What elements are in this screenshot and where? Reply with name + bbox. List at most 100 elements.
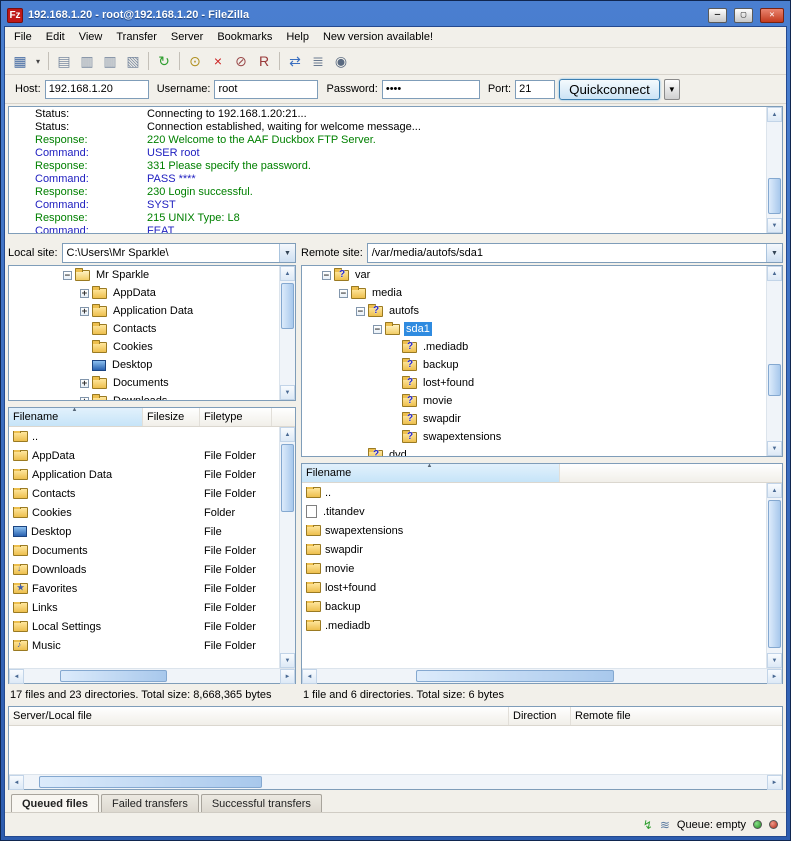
local-file-row-cookies[interactable]: CookiesFolder xyxy=(9,503,279,522)
menu-item-server[interactable]: Server xyxy=(164,28,210,46)
local-file-row-links[interactable]: LinksFile Folder xyxy=(9,598,279,617)
scroll-up-icon[interactable]: ▲ xyxy=(767,107,782,122)
local-site-combobox[interactable]: C:\Users\Mr Sparkle\ ▼ xyxy=(62,243,296,263)
queue-column-server-local-file[interactable]: Server/Local file xyxy=(9,707,509,725)
remote-tree-item-swapextensions[interactable]: +?swapextensions xyxy=(302,428,782,446)
local-list-hscrollbar[interactable]: ◄ ► xyxy=(9,668,295,683)
remote-file-row-lost-found[interactable]: lost+found xyxy=(302,578,766,597)
local-list-vscrollbar[interactable]: ▲ ▼ xyxy=(279,427,295,668)
local-file-row-application-data[interactable]: Application DataFile Folder xyxy=(9,465,279,484)
scroll-down-icon[interactable]: ▼ xyxy=(767,218,782,233)
remote-tree-item-autofs[interactable]: −?autofs xyxy=(302,302,782,320)
local-file-row-music[interactable]: ♪MusicFile Folder xyxy=(9,636,279,655)
scroll-thumb[interactable] xyxy=(39,776,262,788)
remote-tree-item-sda1[interactable]: −sda1 xyxy=(302,320,782,338)
collapse-icon[interactable]: − xyxy=(356,307,365,316)
local-tree-item-appdata[interactable]: +AppData xyxy=(9,284,295,302)
local-tree-item-contacts[interactable]: +Contacts xyxy=(9,320,295,338)
scroll-down-icon[interactable]: ▼ xyxy=(767,441,782,456)
password-input[interactable] xyxy=(382,80,480,99)
tab-failed-transfers[interactable]: Failed transfers xyxy=(101,794,199,812)
remote-file-row-mediadb[interactable]: .mediadb xyxy=(302,616,766,635)
local-file-row-appdata[interactable]: AppDataFile Folder xyxy=(9,446,279,465)
quickconnect-dropdown-icon[interactable]: ▼ xyxy=(664,79,680,100)
expand-icon[interactable]: + xyxy=(80,307,89,316)
scroll-thumb[interactable] xyxy=(768,500,781,649)
remote-tree-scrollbar[interactable]: ▲ ▼ xyxy=(766,266,782,456)
scroll-right-icon[interactable]: ► xyxy=(767,669,782,684)
tab-queued-files[interactable]: Queued files xyxy=(11,794,99,812)
toggle-queue-icon[interactable]: ▧ xyxy=(122,50,144,72)
remote-tree-item-backup[interactable]: +?backup xyxy=(302,356,782,374)
expand-icon[interactable]: + xyxy=(80,289,89,298)
local-tree-item-cookies[interactable]: +Cookies xyxy=(9,338,295,356)
site-manager-icon[interactable]: ▦ xyxy=(9,50,31,72)
remote-tree-item-dvd[interactable]: +?dvd xyxy=(302,446,782,457)
scroll-thumb[interactable] xyxy=(768,178,781,214)
refresh-icon[interactable]: ↻ xyxy=(153,50,175,72)
quickconnect-button[interactable]: Quickconnect xyxy=(559,79,660,100)
local-file-row-desktop[interactable]: DesktopFile xyxy=(9,522,279,541)
collapse-icon[interactable]: − xyxy=(339,289,348,298)
collapse-icon[interactable]: − xyxy=(373,325,382,334)
remote-list-vscrollbar[interactable]: ▲ ▼ xyxy=(766,483,782,668)
title-bar[interactable]: Fz 192.168.1.20 - root@192.168.1.20 - Fi… xyxy=(4,4,787,26)
scroll-left-icon[interactable]: ◄ xyxy=(9,669,24,684)
queue-hscrollbar[interactable]: ◄ ► xyxy=(9,774,782,789)
menu-item-edit[interactable]: Edit xyxy=(39,28,72,46)
column-header-filename[interactable]: Filename▲ xyxy=(302,464,560,482)
process-queue-icon[interactable]: ⊙ xyxy=(184,50,206,72)
local-tree-scrollbar[interactable]: ▲ ▼ xyxy=(279,266,295,400)
remote-tree-item-lost-found[interactable]: +?lost+found xyxy=(302,374,782,392)
toggle-remote-tree-icon[interactable]: ▥ xyxy=(99,50,121,72)
expand-icon[interactable]: + xyxy=(80,379,89,388)
scroll-down-icon[interactable]: ▼ xyxy=(767,653,782,668)
remote-file-row-swapextensions[interactable]: swapextensions xyxy=(302,521,766,540)
reconnect-icon[interactable]: R xyxy=(253,50,275,72)
cancel-icon[interactable]: × xyxy=(207,50,229,72)
remote-file-row-swapdir[interactable]: swapdir xyxy=(302,540,766,559)
close-button[interactable]: ✕ xyxy=(760,8,784,23)
toggle-message-log-icon[interactable]: ▤ xyxy=(53,50,75,72)
menu-item-file[interactable]: File xyxy=(7,28,39,46)
scroll-thumb[interactable] xyxy=(416,670,614,682)
local-file-row-contacts[interactable]: ContactsFile Folder xyxy=(9,484,279,503)
queue-column-direction[interactable]: Direction xyxy=(509,707,571,725)
port-input[interactable] xyxy=(515,80,555,99)
local-file-row-local-settings[interactable]: Local SettingsFile Folder xyxy=(9,617,279,636)
log-scrollbar[interactable]: ▲ ▼ xyxy=(766,107,782,233)
site-manager-dropdown-icon[interactable]: ▾ xyxy=(32,50,44,72)
scroll-thumb[interactable] xyxy=(281,444,294,512)
scroll-up-icon[interactable]: ▲ xyxy=(280,266,295,281)
column-header-filesize[interactable]: Filesize xyxy=(143,408,200,426)
synchronized-browsing-icon[interactable]: ≣ xyxy=(307,50,329,72)
scroll-thumb[interactable] xyxy=(768,364,781,396)
menu-item-new-version-available[interactable]: New version available! xyxy=(316,28,440,46)
local-file-row-[interactable]: .. xyxy=(9,427,279,446)
scroll-up-icon[interactable]: ▲ xyxy=(280,427,295,442)
local-tree-item-desktop[interactable]: +Desktop xyxy=(9,356,295,374)
local-tree-item-downloads[interactable]: +Downloads xyxy=(9,392,295,401)
menu-item-view[interactable]: View xyxy=(72,28,110,46)
menu-item-bookmarks[interactable]: Bookmarks xyxy=(210,28,279,46)
scroll-down-icon[interactable]: ▼ xyxy=(280,653,295,668)
remote-file-row-[interactable]: .. xyxy=(302,483,766,502)
remote-file-row-movie[interactable]: movie xyxy=(302,559,766,578)
directory-comparison-icon[interactable]: ⇄ xyxy=(284,50,306,72)
local-file-row-favorites[interactable]: ★FavoritesFile Folder xyxy=(9,579,279,598)
tab-successful-transfers[interactable]: Successful transfers xyxy=(201,794,322,812)
menu-item-transfer[interactable]: Transfer xyxy=(109,28,164,46)
scroll-left-icon[interactable]: ◄ xyxy=(302,669,317,684)
collapse-icon[interactable]: − xyxy=(322,271,331,280)
minimize-button[interactable]: — xyxy=(708,8,727,23)
local-tree-item-documents[interactable]: +Documents xyxy=(9,374,295,392)
local-tree-item-mr-sparkle[interactable]: −Mr Sparkle xyxy=(9,266,295,284)
local-tree-item-application-data[interactable]: +Application Data xyxy=(9,302,295,320)
remote-tree-item-movie[interactable]: +?movie xyxy=(302,392,782,410)
chevron-down-icon[interactable]: ▼ xyxy=(766,244,782,262)
username-input[interactable] xyxy=(214,80,318,99)
local-file-row-documents[interactable]: DocumentsFile Folder xyxy=(9,541,279,560)
scroll-left-icon[interactable]: ◄ xyxy=(9,775,24,790)
queue-column-remote-file[interactable]: Remote file xyxy=(571,707,782,725)
remote-file-row-backup[interactable]: backup xyxy=(302,597,766,616)
